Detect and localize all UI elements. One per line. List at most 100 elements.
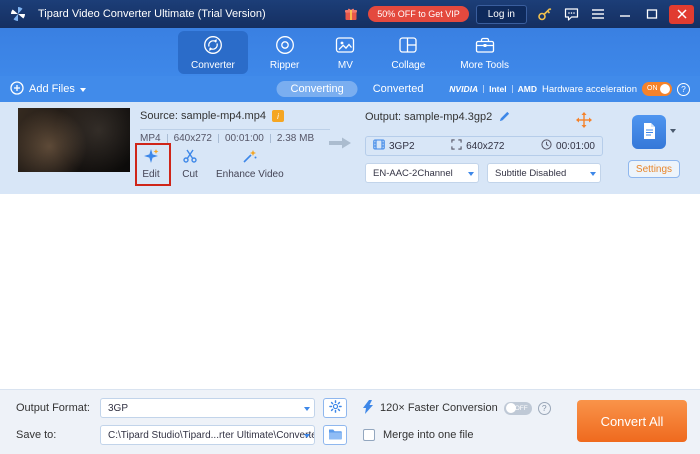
register-key-icon[interactable] — [534, 5, 554, 24]
audio-track-value: EN-AAC-2Channel — [373, 167, 453, 179]
minimize-button[interactable] — [615, 5, 635, 24]
output-profile-button[interactable] — [632, 115, 666, 149]
folder-icon — [328, 428, 342, 443]
menu-icon[interactable] — [588, 5, 608, 24]
save-path-select[interactable]: C:\Tipard Studio\Tipard...rter Ultimate\… — [100, 425, 315, 445]
amd-label: AMD — [517, 84, 537, 94]
nvidia-label: NVIDIA — [449, 84, 479, 94]
edit-label: Edit — [142, 169, 160, 180]
divider — [166, 134, 168, 143]
expand-icon — [451, 139, 462, 153]
output-format-text: 3GP2 — [389, 140, 415, 152]
tab-label: Converter — [190, 59, 235, 71]
ripper-icon — [274, 34, 296, 59]
file-row: Source: sample-mp4.mp4 i MP4 640x272 00:… — [0, 102, 700, 194]
divider — [483, 85, 485, 93]
app-logo-icon — [8, 5, 28, 24]
tab-ripper[interactable]: Ripper — [257, 31, 312, 74]
cut-button[interactable]: Cut — [177, 148, 203, 180]
meta-resolution: 640x272 — [173, 133, 212, 144]
format-segment: 3GP2 — [373, 139, 415, 153]
document-icon — [641, 122, 657, 143]
chevron-down-icon — [304, 434, 310, 441]
format-settings-button[interactable] — [323, 398, 347, 418]
magic-wand-icon — [242, 148, 258, 167]
output-resolution-text: 640x272 — [466, 140, 505, 152]
add-files-label: Add Files — [29, 83, 75, 95]
tab-converted[interactable]: Converted — [373, 83, 424, 95]
profile-caret-icon[interactable] — [670, 129, 676, 136]
toolbar: Add Files Converting Converted NVIDIA In… — [0, 76, 700, 102]
tab-converting[interactable]: Converting — [276, 81, 358, 97]
hw-accel-toggle[interactable]: ON — [642, 82, 672, 96]
duration-segment: 00:01:00 — [541, 139, 595, 153]
mv-icon — [334, 34, 356, 59]
main-nav: Converter Ripper MV Collage More Tools — [0, 28, 700, 76]
queue-tabs: Converting Converted — [276, 81, 424, 97]
subtitle-value: Subtitle Disabled — [495, 167, 567, 179]
chevron-down-icon — [79, 87, 86, 95]
merge-checkbox[interactable] — [363, 429, 375, 441]
edit-star-icon — [143, 148, 159, 167]
clock-icon — [541, 139, 552, 153]
add-files-button[interactable]: Add Files — [10, 80, 86, 98]
feedback-icon[interactable] — [561, 5, 581, 24]
audio-track-select[interactable]: EN-AAC-2Channel — [365, 163, 479, 183]
toggle-knob — [660, 84, 670, 94]
tab-more-tools[interactable]: More Tools — [447, 31, 522, 74]
tab-label: More Tools — [460, 59, 510, 71]
divider — [511, 85, 513, 93]
tab-mv[interactable]: MV — [321, 31, 369, 74]
source-filename: Source: sample-mp4.mp4 — [140, 110, 266, 122]
titlebar: Tipard Video Converter Ultimate (Trial V… — [0, 0, 700, 28]
toggle-on-label: ON — [647, 85, 658, 92]
divider — [217, 134, 219, 143]
tab-converter[interactable]: Converter — [177, 30, 248, 74]
filmstrip-icon — [373, 139, 385, 153]
settings-button[interactable]: Settings — [628, 160, 680, 178]
toggle-off-label: OFF — [514, 404, 528, 412]
help-icon[interactable]: ? — [677, 82, 690, 96]
chevron-down-icon — [304, 407, 310, 414]
login-button[interactable]: Log in — [475, 4, 527, 24]
enhance-video-button[interactable]: Enhance Video — [216, 148, 284, 180]
edit-button[interactable]: Edit — [138, 148, 164, 180]
save-path-value: C:\Tipard Studio\Tipard...rter Ultimate\… — [108, 429, 315, 441]
convert-all-button[interactable]: Convert All — [577, 400, 687, 442]
merge-label: Merge into one file — [383, 429, 474, 441]
resolution-segment: 640x272 — [451, 139, 505, 153]
info-icon[interactable]: i — [271, 110, 284, 122]
cut-label: Cut — [182, 169, 198, 180]
flow-arrow-icon — [328, 135, 352, 154]
chevron-down-icon — [468, 172, 474, 179]
intel-label: Intel — [489, 84, 507, 94]
scissors-icon — [182, 148, 198, 167]
video-thumbnail[interactable] — [18, 108, 130, 172]
output-format-select[interactable]: 3GP — [100, 398, 315, 418]
help-icon[interactable]: ? — [537, 401, 551, 415]
output-format-label: Output Format: — [16, 402, 90, 414]
divider — [140, 129, 330, 130]
divider — [269, 134, 271, 143]
save-to-label: Save to: — [16, 429, 57, 441]
open-folder-button[interactable] — [323, 425, 347, 445]
subtitle-select[interactable]: Subtitle Disabled — [487, 163, 601, 183]
output-filename: Output: sample-mp4.3gp2 — [365, 110, 493, 123]
chevron-down-icon — [590, 172, 596, 179]
meta-duration: 00:01:00 — [224, 133, 264, 144]
maximize-button[interactable] — [642, 5, 662, 24]
faster-conversion-toggle[interactable]: OFF — [503, 401, 532, 415]
add-circle-icon — [10, 80, 24, 98]
bottom-bar: Output Format: 3GP 120× Faster Conversio… — [0, 389, 700, 454]
output-format-value: 3GP — [108, 402, 129, 414]
tab-collage[interactable]: Collage — [378, 31, 438, 74]
close-button[interactable] — [669, 4, 694, 24]
move-icon[interactable] — [576, 112, 592, 131]
rename-pencil-icon[interactable] — [498, 110, 511, 123]
promo-badge[interactable]: 50% OFF to Get VIP — [368, 6, 469, 22]
lightning-icon — [363, 399, 374, 417]
gift-icon[interactable] — [341, 5, 361, 24]
converter-icon — [202, 34, 224, 59]
gear-icon — [328, 400, 342, 416]
collage-icon — [397, 34, 419, 59]
